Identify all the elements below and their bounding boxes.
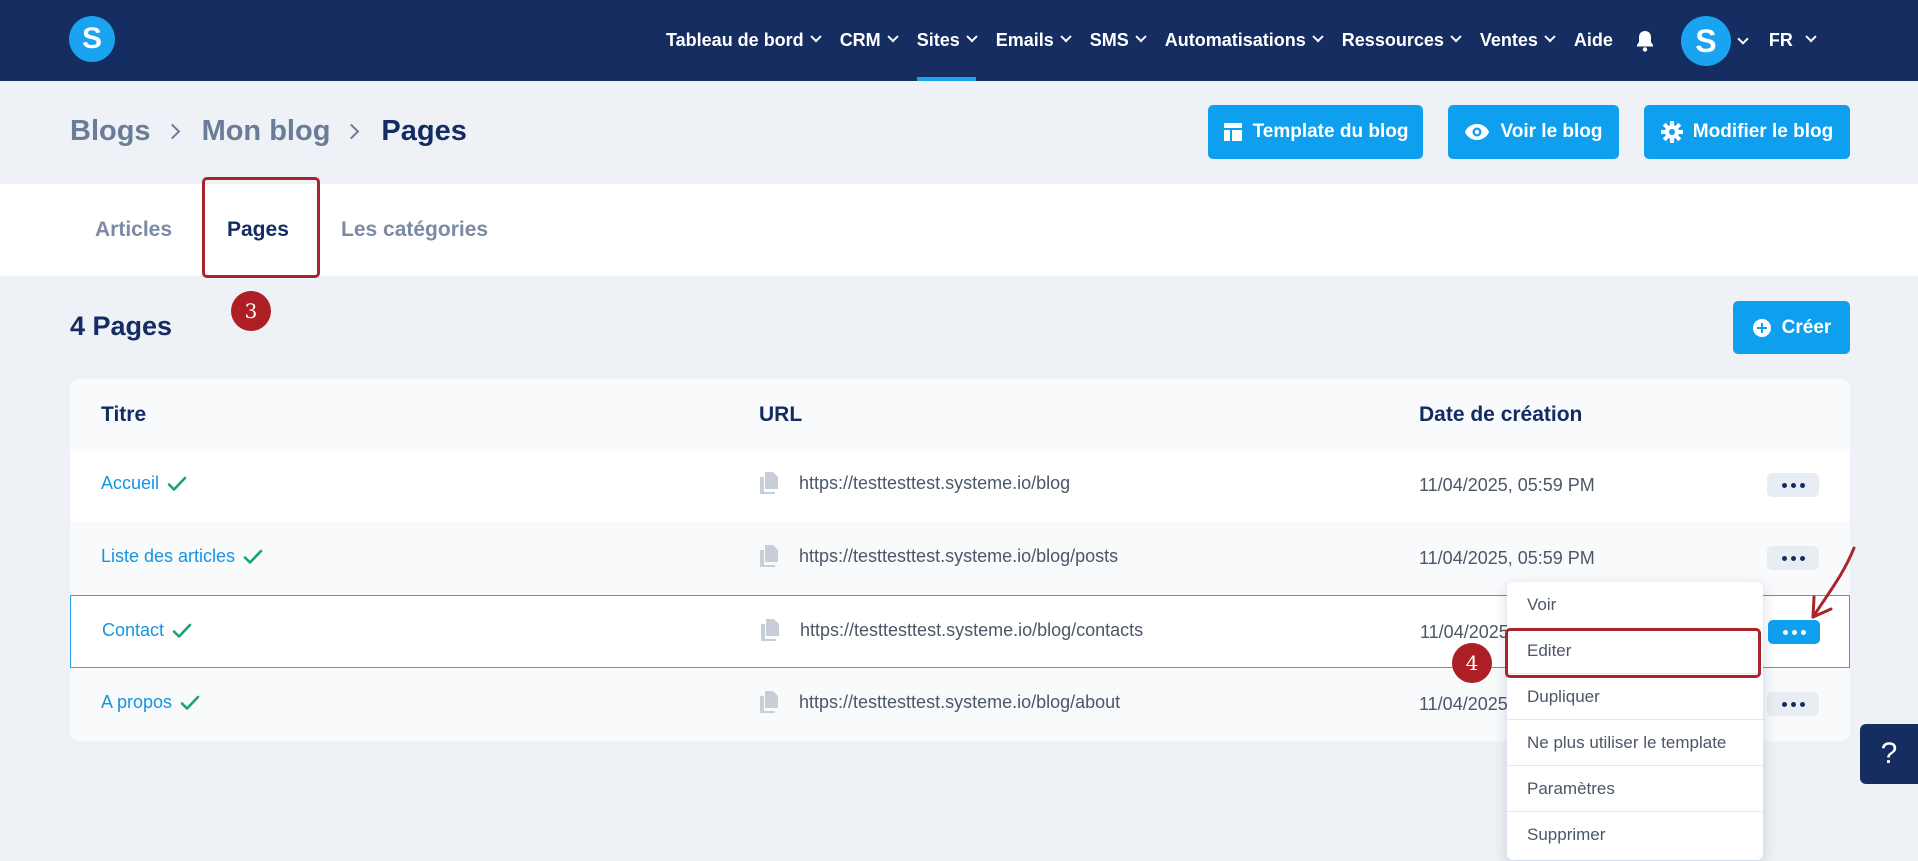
systeme-logo[interactable]: S [69, 16, 115, 62]
avatar[interactable]: S [1680, 15, 1731, 66]
chevron-down-icon [887, 30, 899, 42]
eye-icon [1465, 124, 1490, 140]
url-cell: https://testtesttest.systeme.io/blog/pos… [759, 544, 1118, 568]
nav-item-sms[interactable]: SMS [1090, 0, 1147, 81]
nav-item-sites[interactable]: Sites [916, 0, 978, 81]
plus-circle-icon [1752, 318, 1771, 337]
row-actions-menu: Voir Editer Dupliquer Ne plus utiliser l… [1507, 582, 1763, 860]
annotation-step-3: 3 [231, 291, 271, 331]
annotation-highlight-edit-item [1505, 628, 1761, 678]
gear-icon [1660, 121, 1683, 143]
date-cell: 11/04/2025 [1420, 622, 1509, 642]
url-cell: https://testtesttest.systeme.io/blog/abo… [759, 690, 1120, 714]
column-date: Date de création [1419, 403, 1583, 426]
annotation-highlight-pages-tab [202, 177, 320, 278]
chevron-down-icon [1312, 30, 1324, 42]
breadcrumb-my-blog[interactable]: Mon blog [202, 115, 331, 148]
layout-icon [1223, 123, 1242, 141]
breadcrumb: Blogs Mon blog Pages [70, 115, 467, 148]
top-navbar: S Tableau de bord CRM Sites Emails SMS A… [0, 0, 1918, 81]
view-blog-button[interactable]: Voir le blog [1448, 105, 1619, 159]
date-cell: 11/04/2025 [1419, 694, 1508, 714]
chevron-down-icon [810, 30, 822, 42]
table-header: Titre URL Date de création [70, 379, 1850, 449]
column-title: Titre [101, 403, 147, 426]
page-title-link[interactable]: Contact [102, 620, 192, 641]
edit-blog-button[interactable]: Modifier le blog [1644, 105, 1850, 159]
nav-item-help[interactable]: Aide [1574, 0, 1613, 81]
menu-item-duplicate[interactable]: Dupliquer [1507, 674, 1763, 720]
breadcrumb-blogs[interactable]: Blogs [70, 115, 151, 148]
main-menu: Tableau de bord CRM Sites Emails SMS Aut… [666, 0, 1817, 81]
nav-item-resources[interactable]: Ressources [1342, 0, 1462, 81]
table-row: Accueil https://testtesttest.systeme.io/… [70, 449, 1850, 522]
chevron-down-icon [1450, 30, 1462, 42]
tab-categories[interactable]: Les catégories [341, 184, 488, 276]
chevron-down-icon [966, 30, 978, 42]
nav-item-sales[interactable]: Ventes [1480, 0, 1556, 81]
chevron-right-icon [164, 123, 180, 140]
nav-item-automations[interactable]: Automatisations [1165, 0, 1324, 81]
menu-item-delete[interactable]: Supprimer [1507, 812, 1763, 858]
breadcrumb-pages: Pages [381, 115, 467, 147]
copy-icon[interactable] [760, 618, 780, 642]
check-icon [180, 695, 200, 710]
copy-icon[interactable] [759, 690, 779, 714]
date-cell: 11/04/2025, 05:59 PM [1419, 475, 1595, 495]
chevron-right-icon [344, 123, 360, 140]
page-count: 4 Pages [70, 311, 173, 341]
url-cell: https://testtesttest.systeme.io/blog/con… [760, 618, 1143, 642]
copy-icon[interactable] [759, 471, 779, 495]
bell-icon[interactable] [1635, 30, 1657, 52]
nav-item-dashboard[interactable]: Tableau de bord [666, 0, 822, 81]
url-cell: https://testtesttest.systeme.io/blog [759, 471, 1070, 495]
nav-item-emails[interactable]: Emails [996, 0, 1072, 81]
help-button[interactable]: ? [1860, 724, 1918, 784]
page-title-link[interactable]: Liste des articles [101, 546, 263, 567]
check-icon [167, 476, 187, 491]
check-icon [243, 549, 263, 564]
check-icon [172, 623, 192, 638]
nav-item-crm[interactable]: CRM [840, 0, 899, 81]
blog-template-button[interactable]: Template du blog [1208, 105, 1423, 159]
chevron-down-icon [1060, 30, 1072, 42]
row-actions-button[interactable] [1767, 473, 1819, 497]
chevron-down-icon [1544, 30, 1556, 42]
row-actions-button[interactable] [1767, 692, 1819, 716]
annotation-step-4: 4 [1452, 643, 1492, 683]
menu-item-detach-template[interactable]: Ne plus utiliser le template [1507, 720, 1763, 766]
page-title-link[interactable]: A propos [101, 692, 200, 713]
chevron-down-icon[interactable] [1737, 32, 1749, 45]
chevron-down-icon [1135, 30, 1147, 42]
page-title-link[interactable]: Accueil [101, 473, 187, 494]
create-button[interactable]: Créer [1733, 301, 1850, 354]
date-cell: 11/04/2025, 05:59 PM [1419, 548, 1595, 568]
language-selector[interactable]: FR [1769, 30, 1817, 51]
copy-icon[interactable] [759, 544, 779, 568]
column-url: URL [759, 403, 803, 426]
menu-item-settings[interactable]: Paramètres [1507, 766, 1763, 812]
chevron-down-icon [1805, 30, 1817, 42]
annotation-arrow-icon [1811, 546, 1856, 619]
tab-articles[interactable]: Articles [95, 184, 172, 276]
menu-item-view[interactable]: Voir [1507, 582, 1763, 628]
